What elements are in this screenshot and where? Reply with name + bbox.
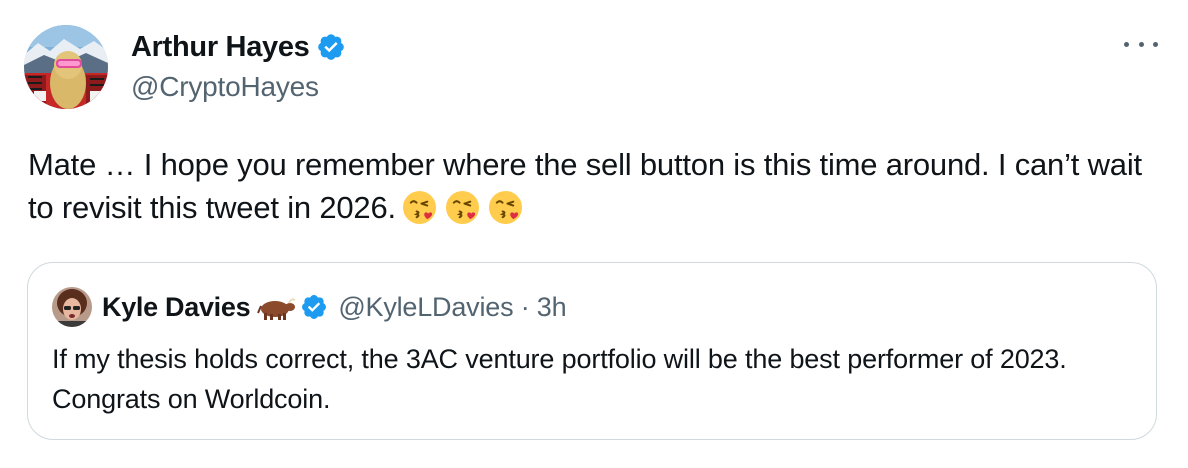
kissing-face-emoji-icon: [488, 190, 522, 225]
ox-emoji-icon: [257, 298, 296, 320]
quoted-tweet-card[interactable]: Kyle Davies @KyleLDavies · 3h If my thes…: [27, 262, 1157, 440]
quoted-author-name: Kyle Davies: [102, 291, 251, 322]
author-handle[interactable]: @CryptoHayes: [131, 71, 319, 103]
verified-badge-icon: [317, 34, 344, 60]
emoji-row: [402, 190, 523, 225]
tweet-card: Arthur Hayes @CryptoHayes Mate … I hope …: [0, 0, 1188, 468]
kissing-face-emoji-icon: [445, 190, 479, 225]
quoted-author-handle-time: @KyleLDavies · 3h: [338, 291, 567, 322]
quoted-tweet-text: If my thesis holds correct, the 3AC vent…: [52, 344, 1067, 414]
dot: [1153, 41, 1158, 47]
author-display-name[interactable]: Arthur Hayes: [131, 31, 310, 64]
quoted-author-avatar: [52, 287, 92, 327]
tweet-text: Mate … I hope you remember where the sel…: [28, 147, 1142, 225]
author-avatar[interactable]: [24, 25, 108, 109]
author-name-row: Arthur Hayes: [131, 28, 346, 66]
tweet-body: Mate … I hope you remember where the sel…: [28, 143, 1168, 229]
kissing-face-emoji-icon: [402, 190, 436, 225]
more-options-icon[interactable]: [1124, 34, 1158, 54]
dot: [1138, 41, 1144, 47]
verified-badge-icon: [302, 295, 327, 319]
dot: [1124, 41, 1129, 47]
quoted-tweet-header: Kyle Davies @KyleLDavies · 3h: [52, 287, 567, 327]
